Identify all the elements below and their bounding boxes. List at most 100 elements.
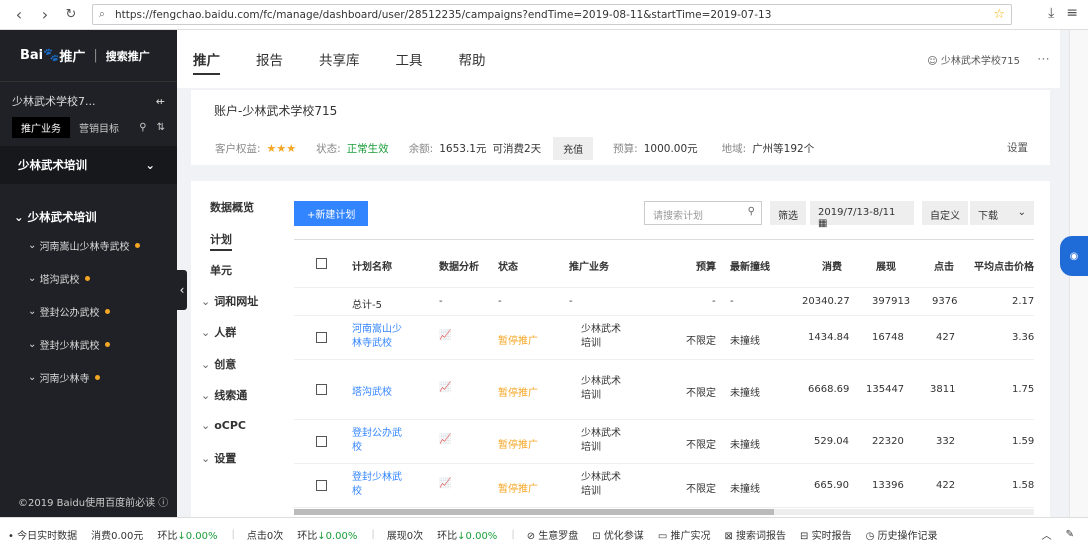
nav-ocpc[interactable]: ⌄ oCPC xyxy=(201,419,246,432)
collapse-menu-icon[interactable]: ⇷ xyxy=(156,95,165,108)
cell: - xyxy=(439,296,443,307)
impressions-cell: 22320 xyxy=(872,436,904,447)
row-checkbox[interactable] xyxy=(316,384,327,395)
nav-creative[interactable]: ⌄ 创意 xyxy=(201,356,236,372)
sidebar-subgroup[interactable]: ⌄ 少林武术培训 xyxy=(0,209,177,229)
campaign-panel: 数据概览 计划 单元 ⌄ 词和网址 ⌄ 人群 ⌄ 创意 ⌄ 线索通 ⌄ oCPC ⌄ 设置 … xyxy=(191,181,1050,517)
budget-cell[interactable]: 不限定 xyxy=(686,480,716,495)
tool-live[interactable]: ▭ 推广实况 xyxy=(658,527,711,542)
horizontal-scrollbar[interactable] xyxy=(294,509,1034,515)
search-icon[interactable]: ⚲ xyxy=(748,206,755,217)
plan-name-link[interactable]: 塔沟武校 xyxy=(352,383,392,398)
nav-keywords[interactable]: ⌄ 词和网址 xyxy=(201,293,258,309)
menu-promotion[interactable]: 推广 xyxy=(193,49,220,75)
tool-compass[interactable]: ⊘ 生意罗盘 xyxy=(527,527,579,542)
row-checkbox[interactable] xyxy=(316,332,327,343)
chart-analysis-icon[interactable]: 📈 xyxy=(439,382,451,393)
menu-icon[interactable]: ≡ xyxy=(1066,5,1078,21)
col-cost[interactable]: 消费 xyxy=(822,258,842,273)
business-name: 少林武术 xyxy=(581,472,621,483)
reload-icon[interactable]: ↻ xyxy=(58,2,84,28)
nav-leads[interactable]: ⌄ 线索通 xyxy=(201,387,247,403)
new-plan-button[interactable]: +新建计划 xyxy=(294,201,369,226)
account-settings-link[interactable]: 设置 xyxy=(1007,140,1028,155)
back-icon[interactable]: ‹ xyxy=(6,2,32,28)
tool-history[interactable]: ◷ 历史操作记录 xyxy=(866,527,938,542)
sidebar-item-plan[interactable]: ⌄ 河南嵩山少林寺武校 xyxy=(0,229,177,262)
date-range-picker[interactable]: 2019/7/13-8/11 ▦ xyxy=(810,201,914,229)
account-switcher[interactable]: 少林武术学校7... ⇷ xyxy=(0,86,177,116)
sort-icon[interactable]: ⇅ xyxy=(157,122,165,133)
status-badge[interactable]: 暂停推广 xyxy=(498,436,538,451)
col-cpc[interactable]: 平均点击价格 xyxy=(974,258,1034,273)
table-row: 塔沟武校 📈 暂停推广 少林武术 培训 不限定 未撞线 6668.69 13544… xyxy=(294,360,1034,420)
nav-overview[interactable]: 数据概览 xyxy=(210,199,254,215)
col-impressions[interactable]: 展现 xyxy=(876,258,896,273)
scrollbar-thumb[interactable] xyxy=(294,509,774,515)
user-menu[interactable]: ☺ 少林武术学校715 xyxy=(927,52,1020,67)
sidebar-item-plan[interactable]: ⌄ 登封公办武校 xyxy=(0,295,177,328)
row-checkbox[interactable] xyxy=(316,436,327,447)
edit-icon[interactable]: ✎ xyxy=(1066,529,1074,540)
status-badge[interactable]: 暂停推广 xyxy=(498,384,538,399)
custom-button[interactable]: 自定义 xyxy=(922,201,968,225)
footer-text[interactable]: ©2019 Baidu使用百度前必读 xyxy=(18,498,155,509)
col-budget[interactable]: 预算 xyxy=(696,258,716,273)
plan-name-link[interactable]: 登封公办武校 xyxy=(352,427,402,455)
budget-cell[interactable]: 不限定 xyxy=(686,332,716,347)
nav-plan[interactable]: 计划 xyxy=(210,231,232,251)
search-icon[interactable]: ⚲ xyxy=(139,122,146,133)
line-cell: 未撞线 xyxy=(730,336,760,347)
tab-business[interactable]: 推广业务 xyxy=(12,116,70,138)
bookmark-star-icon[interactable]: ☆ xyxy=(993,7,1005,22)
col-latest-line: 最新撞线 xyxy=(730,262,770,273)
download-icon[interactable]: ⤓ xyxy=(1048,5,1054,21)
menu-help[interactable]: 帮助 xyxy=(459,49,486,69)
sidebar-item-plan[interactable]: ⌄ 塔沟武校 xyxy=(0,262,177,295)
tool-realtime-report[interactable]: ⊟ 实时报告 xyxy=(800,527,852,542)
col-plan-name[interactable]: 计划名称 xyxy=(352,258,392,273)
nav-settings[interactable]: ⌄ 设置 xyxy=(201,450,236,466)
recharge-button[interactable]: 充值 xyxy=(553,136,594,160)
download-dropdown[interactable]: 下载 ⌄ xyxy=(970,201,1034,225)
address-bar[interactable]: ⌕ https://fengchao.baidu.com/fc/manage/d… xyxy=(92,4,1012,25)
menu-report[interactable]: 报告 xyxy=(256,49,283,69)
budget-cell[interactable]: 不限定 xyxy=(686,384,716,399)
sidebar-item-plan[interactable]: ⌄ 登封少林武校 xyxy=(0,328,177,361)
chevron-down-icon: ⌄ xyxy=(201,358,211,371)
menu-tools[interactable]: 工具 xyxy=(396,49,423,69)
sidebar-collapse-handle[interactable]: ‹ xyxy=(177,270,187,310)
chart-analysis-icon[interactable]: 📈 xyxy=(439,330,451,341)
col-clicks[interactable]: 点击 xyxy=(934,258,954,273)
status-badge[interactable]: 暂停推广 xyxy=(498,480,538,495)
tool-search-report[interactable]: ⊠ 搜索词报告 xyxy=(724,527,786,542)
brand-text: Bai xyxy=(20,48,44,63)
status-badge[interactable]: 暂停推广 xyxy=(498,332,538,347)
assistant-robot-icon[interactable]: ◉ xyxy=(1060,236,1088,276)
plan-name-link[interactable]: 登封少林武校 xyxy=(352,471,402,499)
search-input[interactable]: 请搜索计划 ⚲ xyxy=(644,201,762,225)
chevron-up-icon[interactable]: ︿ xyxy=(1042,527,1052,542)
budget-cell[interactable]: 不限定 xyxy=(686,436,716,451)
ratio-label: 环比 xyxy=(157,531,178,542)
chart-analysis-icon[interactable]: 📈 xyxy=(439,478,451,489)
cell: - xyxy=(712,296,716,307)
row-checkbox[interactable] xyxy=(316,480,327,491)
tool-optimize[interactable]: ⊡ 优化参谋 xyxy=(592,527,644,542)
select-all-checkbox[interactable] xyxy=(316,258,327,269)
nav-unit[interactable]: 单元 xyxy=(210,262,232,278)
realtime-data[interactable]: • 今日实时数据 xyxy=(8,527,77,542)
brand-text-2: 推广 xyxy=(59,50,86,65)
info-icon[interactable]: ⓘ xyxy=(158,498,168,509)
sidebar-item-plan[interactable]: ⌄ 河南少林寺 xyxy=(0,361,177,394)
nav-audience[interactable]: ⌄ 人群 xyxy=(201,324,236,340)
col-status[interactable]: 状态 xyxy=(498,258,518,273)
chart-analysis-icon[interactable]: 📈 xyxy=(439,434,451,445)
filter-button[interactable]: 筛选 xyxy=(770,201,806,225)
forward-icon[interactable]: › xyxy=(32,2,58,28)
tab-marketing-goal[interactable]: 营销目标 xyxy=(70,117,128,138)
more-icon[interactable]: ⋯ xyxy=(1037,52,1050,67)
menu-shared-library[interactable]: 共享库 xyxy=(319,49,360,69)
sidebar-group[interactable]: 少林武术培训 ⌄ xyxy=(0,146,177,184)
plan-name-link[interactable]: 河南嵩山少 林寺武校 xyxy=(352,323,402,351)
